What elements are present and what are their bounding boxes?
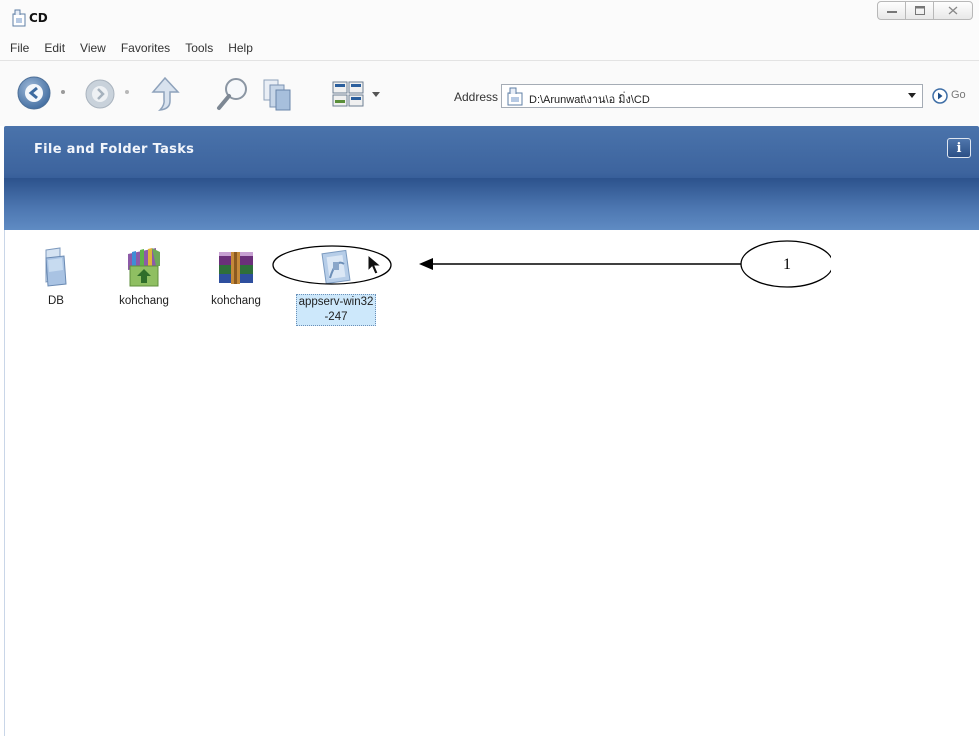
back-button[interactable] <box>16 75 52 111</box>
menu-favorites[interactable]: Favorites <box>121 41 170 55</box>
up-folder-button[interactable] <box>148 75 182 113</box>
maximize-button[interactable] <box>905 1 934 20</box>
go-button[interactable]: Go <box>932 85 977 107</box>
forward-button[interactable] <box>84 78 116 110</box>
close-button[interactable] <box>933 1 973 20</box>
toolbar: Address D:\Arunwat\งาน\อ มิ่ง\CD Go <box>0 60 979 126</box>
file-list[interactable]: DB kohchang kohchang appserv-win32 -247 … <box>4 230 979 736</box>
address-folder-icon <box>507 87 523 106</box>
task-pane-title[interactable]: File and Folder Tasks <box>34 142 194 157</box>
minimize-icon <box>886 10 897 13</box>
folders-button[interactable] <box>260 76 296 114</box>
close-icon <box>948 6 958 15</box>
annotation-ellipse <box>272 245 392 285</box>
annotation-number: 1 <box>783 256 791 273</box>
menu-view[interactable]: View <box>80 41 106 55</box>
annotation-arrowhead-icon <box>419 258 433 270</box>
views-button[interactable] <box>332 80 368 110</box>
back-dropdown-icon[interactable] <box>59 89 67 95</box>
file-label-line2: -247 <box>324 311 348 323</box>
search-button[interactable] <box>214 75 250 113</box>
address-path[interactable]: D:\Arunwat\งาน\อ มิ่ง\CD <box>529 90 650 108</box>
up-arrow-icon <box>151 76 180 111</box>
window-title: CD <box>29 11 48 25</box>
minimize-button[interactable] <box>877 1 906 20</box>
address-bar[interactable]: D:\Arunwat\งาน\อ มิ่ง\CD <box>501 84 923 108</box>
views-dropdown-icon[interactable] <box>372 92 380 97</box>
views-icon <box>332 81 348 94</box>
file-item-db[interactable]: DB <box>16 244 96 309</box>
file-label: kohchang <box>119 295 169 307</box>
info-button[interactable]: i <box>947 138 971 158</box>
forward-dropdown-icon[interactable] <box>123 89 131 95</box>
menu-bar: File Edit View Favorites Tools Help <box>0 36 979 60</box>
info-icon: i <box>956 140 962 156</box>
menu-file[interactable]: File <box>10 41 29 55</box>
title-bar: CD <box>0 0 979 36</box>
file-label: kohchang <box>211 295 261 307</box>
maximize-icon <box>914 6 925 15</box>
go-arrow-icon <box>932 88 948 104</box>
cd-folder-icon <box>12 9 26 27</box>
go-label: Go <box>951 89 966 101</box>
task-pane-header: File and Folder Tasks i <box>4 126 979 230</box>
menu-tools[interactable]: Tools <box>185 41 213 55</box>
file-item-kohchang-rar[interactable]: kohchang <box>196 244 276 309</box>
file-label: DB <box>48 295 64 307</box>
menu-edit[interactable]: Edit <box>44 41 65 55</box>
file-label: appserv-win32 -247 <box>295 294 377 326</box>
archive-extract-icon <box>128 248 160 287</box>
folder-icon <box>45 247 67 287</box>
file-item-kohchang-sfx[interactable]: kohchang <box>104 244 184 309</box>
task-pane-band <box>4 178 979 230</box>
address-label: Address <box>454 90 499 104</box>
annotation-callout: 1 <box>272 240 831 288</box>
winrar-archive-icon <box>219 252 253 284</box>
window-controls <box>877 1 973 20</box>
menu-help[interactable]: Help <box>228 41 253 55</box>
address-dropdown-icon[interactable] <box>908 93 916 98</box>
